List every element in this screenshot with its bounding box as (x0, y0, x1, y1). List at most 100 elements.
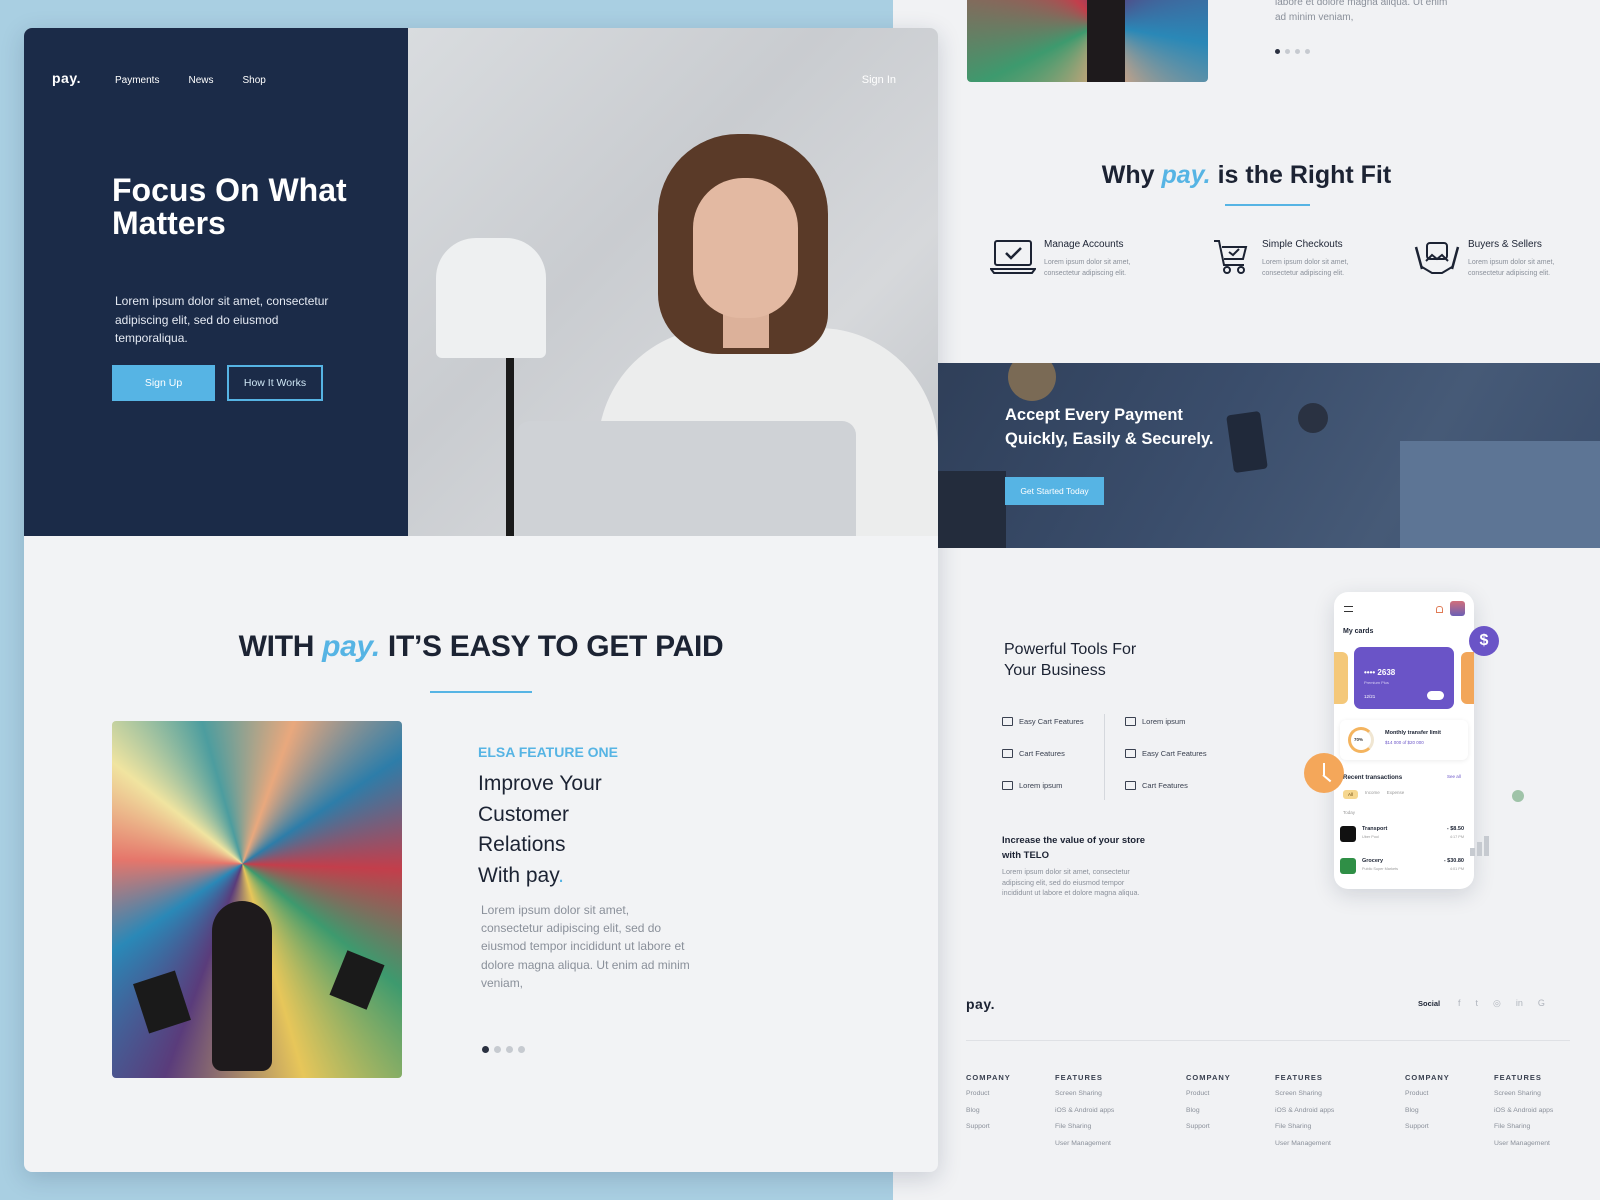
avatar[interactable] (1450, 601, 1465, 616)
footer-link[interactable]: Blog (1405, 1107, 1450, 1114)
section-title-pre: WITH (238, 630, 315, 663)
footer-link[interactable]: iOS & Android apps (1275, 1107, 1334, 1114)
main-nav: Payments News Shop (115, 75, 266, 86)
social-label: Social (1418, 999, 1441, 1008)
menu-icon[interactable] (1344, 606, 1353, 612)
footer-column-heading: COMPANY (966, 1073, 1011, 1082)
title-underline (430, 691, 532, 693)
side-card[interactable] (1461, 652, 1474, 704)
get-started-button[interactable]: Get Started Today (1005, 477, 1104, 505)
hero-description: Lorem ipsum dolor sit amet, consectetur … (115, 294, 329, 345)
footer-column-heading: FEATURES (1494, 1073, 1542, 1082)
footer-link[interactable]: Blog (1186, 1107, 1231, 1114)
carousel-dot[interactable] (494, 1046, 501, 1053)
hero-photo (408, 28, 938, 536)
sign-in-link[interactable]: Sign In (862, 74, 896, 86)
today-label: Today (1343, 810, 1356, 815)
tool-label: Cart Features (1142, 781, 1188, 790)
card-expiry: 12/21 (1364, 694, 1376, 699)
how-it-works-button[interactable]: How It Works (227, 365, 323, 401)
footer-link[interactable]: User Management (1494, 1140, 1553, 1147)
carousel-dot[interactable] (1285, 49, 1290, 54)
side-card[interactable] (1334, 652, 1348, 704)
carousel-dot[interactable] (1305, 49, 1310, 54)
footer-link[interactable]: User Management (1055, 1140, 1114, 1147)
section-title-post: IT’S EASY TO GET PAID (387, 630, 724, 663)
why-item-desc: Lorem ipsum dolor sit amet, consectetur … (1044, 259, 1131, 277)
credit-card[interactable]: •••• 2638 Premium Plus 12/21 (1354, 647, 1454, 709)
footer-link[interactable]: File Sharing (1494, 1123, 1553, 1130)
recent-transactions-label: Recent transactions (1343, 774, 1403, 781)
footer-link[interactable]: User Management (1275, 1140, 1334, 1147)
footer-link[interactable]: File Sharing (1055, 1123, 1114, 1130)
footer-link[interactable]: Blog (966, 1107, 1011, 1114)
feature-heading-line: With pay. (478, 861, 698, 892)
footer-link[interactable]: iOS & Android apps (1055, 1107, 1114, 1114)
why-item-desc: Lorem ipsum dolor sit amet, consectetur … (1262, 259, 1349, 277)
footer-link[interactable]: Screen Sharing (1055, 1090, 1114, 1097)
carousel-dot[interactable] (506, 1046, 513, 1053)
footer-link[interactable]: Support (1405, 1123, 1450, 1130)
footer-link[interactable]: Product (966, 1090, 1011, 1097)
phone-mockup: My cards •••• 2638 Premium Plus 12/21 70… (1334, 592, 1474, 889)
footer-link[interactable]: Product (1405, 1090, 1450, 1097)
laptop (516, 421, 856, 536)
shopping-bag (329, 950, 385, 1010)
filter-income[interactable]: Income (1365, 790, 1380, 799)
why-title-post: is the Right Fit (1217, 161, 1392, 189)
bell-icon[interactable] (1436, 606, 1443, 613)
footer-logo[interactable]: pay. (966, 996, 995, 1012)
banner-title-line: Accept Every Payment (1005, 406, 1183, 424)
section-title: WITH pay. IT’S EASY TO GET PAID (24, 630, 938, 664)
section-title-brand: pay. (322, 630, 380, 663)
shopping-bag (133, 970, 191, 1034)
logo[interactable]: pay. (52, 70, 81, 86)
footer-link[interactable]: Support (1186, 1123, 1231, 1130)
google-icon[interactable]: G (1538, 998, 1545, 1009)
carousel-dots (482, 1046, 525, 1053)
carousel-dot[interactable] (518, 1046, 525, 1053)
why-item-name: Buyers & Sellers (1468, 239, 1542, 250)
transaction-row[interactable]: Grocery Public Super Markets - $30.80 4:… (1340, 856, 1468, 876)
carousel-dot[interactable] (482, 1046, 489, 1053)
twitter-icon[interactable]: t (1476, 998, 1479, 1009)
carousel-dot[interactable] (1275, 49, 1280, 54)
sign-up-button[interactable]: Sign Up (112, 365, 215, 401)
carousel-dot[interactable] (1295, 49, 1300, 54)
nav-payments[interactable]: Payments (115, 75, 159, 86)
cart-icon (1002, 749, 1013, 758)
footer-column: FEATURES Screen Sharing iOS & Android ap… (1494, 1073, 1553, 1156)
feature-heading-line: Relations (478, 833, 566, 856)
mural-thumbnail (967, 0, 1208, 82)
banner-title-line: Quickly, Easily & Securely. (1005, 430, 1214, 448)
tx-name: Grocery (1362, 858, 1384, 864)
card-toggle[interactable] (1427, 691, 1444, 700)
footer-link[interactable]: File Sharing (1275, 1123, 1334, 1130)
handshake-icon (1002, 781, 1013, 790)
footer-link[interactable]: Screen Sharing (1275, 1090, 1334, 1097)
bar-chart-icon (1470, 836, 1494, 856)
see-all-link[interactable]: See all (1447, 774, 1461, 779)
tool-item: Easy Cart Features (1125, 749, 1207, 758)
instagram-icon[interactable]: ◎ (1493, 998, 1501, 1009)
footer-link[interactable]: Product (1186, 1090, 1231, 1097)
footer-link[interactable]: Screen Sharing (1494, 1090, 1553, 1097)
transaction-filters: All Income Expense (1343, 790, 1404, 799)
limit-title: Monthly transfer limit (1385, 730, 1441, 736)
filter-expense[interactable]: Expense (1387, 790, 1405, 799)
my-cards-label: My cards (1343, 628, 1374, 635)
feature-heading-dot: . (558, 863, 564, 887)
nav-shop[interactable]: Shop (242, 75, 265, 86)
tool-item: Lorem ipsum (1125, 717, 1185, 726)
transfer-limit-widget: 70% Monthly transfer limit $14 000 of $2… (1340, 720, 1468, 760)
why-item-desc: Lorem ipsum dolor sit amet, consectetur … (1468, 259, 1555, 277)
bowl-photo (1008, 363, 1056, 401)
footer-link[interactable]: Support (966, 1123, 1011, 1130)
transaction-row[interactable]: Transport Uber Pool - $8.50 4:17 PM (1340, 824, 1468, 844)
nav-news[interactable]: News (188, 75, 213, 86)
cart-check-icon (1214, 240, 1248, 274)
footer-link[interactable]: iOS & Android apps (1494, 1107, 1553, 1114)
filter-all[interactable]: All (1343, 790, 1359, 799)
facebook-icon[interactable]: f (1458, 998, 1461, 1009)
linkedin-icon[interactable]: in (1516, 998, 1523, 1009)
